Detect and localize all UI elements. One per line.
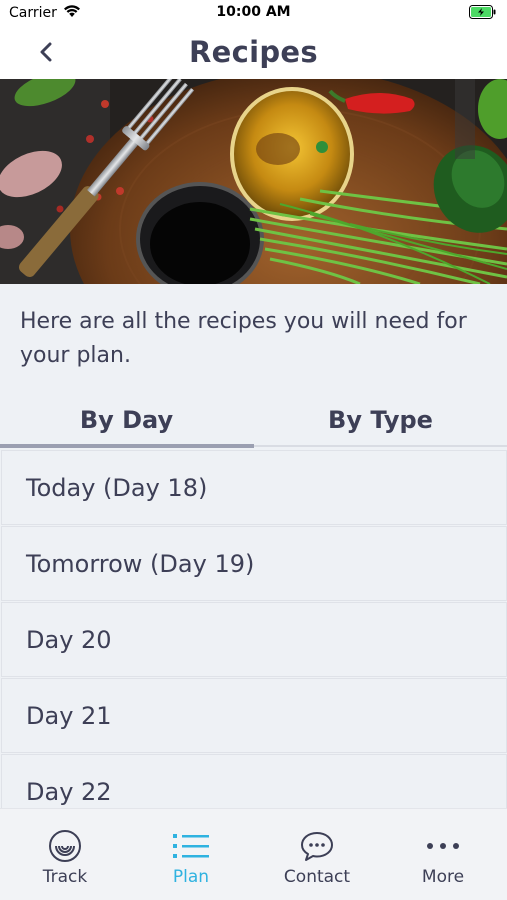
page-title: Recipes: [189, 35, 318, 69]
tab-by-type[interactable]: By Type: [254, 394, 507, 446]
more-dots-icon: [425, 829, 461, 863]
battery-icon: [469, 5, 497, 23]
day-row-day-22[interactable]: Day 22: [1, 754, 507, 808]
tab-bar-plan-label: Plan: [172, 867, 210, 887]
active-tab-indicator: [0, 444, 254, 448]
tab-bar-contact-label: Contact: [283, 867, 351, 887]
day-row-day-21[interactable]: Day 21: [1, 678, 507, 753]
tab-bar-more-label: More: [421, 867, 465, 887]
day-list: Today (Day 18) Tomorrow (Day 19) Day 20 …: [1, 450, 507, 808]
navigation-bar: Recipes: [0, 26, 507, 79]
tab-bar-plan[interactable]: Plan: [128, 809, 254, 900]
day-row-today[interactable]: Today (Day 18): [1, 450, 507, 525]
day-row-day-20[interactable]: Day 20: [1, 602, 507, 677]
status-bar: Carrier 10:00 AM: [0, 0, 507, 26]
intro-text: Here are all the recipes you will need f…: [20, 309, 467, 368]
segmented-tabs: By Day By Type: [0, 394, 507, 450]
chat-bubble-icon: [300, 829, 334, 863]
status-time: 10:00 AM: [216, 4, 291, 20]
track-icon: [48, 829, 82, 863]
day-row-tomorrow[interactable]: Tomorrow (Day 19): [1, 526, 507, 601]
hero-food-image: [0, 79, 507, 284]
tab-by-day[interactable]: By Day: [0, 394, 253, 446]
list-icon: [173, 829, 209, 863]
tab-bar-track[interactable]: Track: [2, 809, 128, 900]
tab-bar-contact[interactable]: Contact: [254, 809, 380, 900]
bottom-tab-bar: Track Plan Contact More: [0, 808, 507, 900]
tab-bar-track-label: Track: [42, 867, 88, 887]
tab-bar-more[interactable]: More: [380, 809, 506, 900]
